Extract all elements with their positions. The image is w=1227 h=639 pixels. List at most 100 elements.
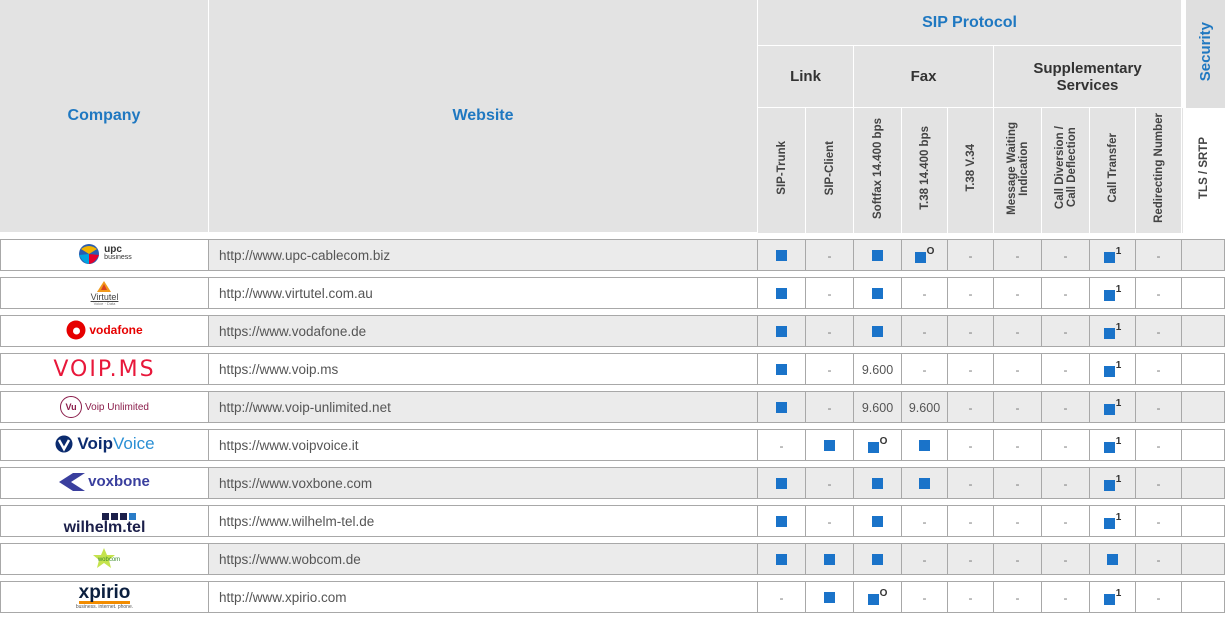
- company-logo-cell: wilhelm.tel: [0, 505, 209, 537]
- footnote-mark: 1: [1115, 397, 1122, 409]
- website-link[interactable]: https://www.vodafone.de: [209, 315, 758, 347]
- sip-protocol-header: SIP Protocol: [758, 0, 1183, 46]
- unsupported-dash: -: [968, 438, 973, 453]
- cell-softfax: [854, 315, 902, 347]
- cell-redirecting-number: -: [1136, 315, 1183, 347]
- unsupported-dash: -: [1015, 514, 1020, 529]
- supported-square-icon: [776, 326, 787, 338]
- cell-call-diversion: -: [1042, 239, 1090, 271]
- cell-tls-srtp: [1182, 467, 1226, 499]
- cell-message-waiting: -: [994, 543, 1042, 575]
- cell-sip-client: -: [806, 277, 854, 309]
- website-link[interactable]: https://www.wobcom.de: [209, 543, 758, 575]
- cell-t38-v34: -: [948, 277, 994, 309]
- wilhelm-tel-logo: wilhelm.tel: [64, 512, 145, 535]
- company-logo-cell: xpirio business. internet. phone.: [0, 581, 209, 613]
- footnote-mark: 1: [1115, 283, 1122, 295]
- supported-square-icon: [872, 554, 883, 566]
- cell-softfax: 9.600: [854, 353, 902, 385]
- supported-square-icon: [824, 554, 835, 566]
- unsupported-dash: -: [1015, 590, 1020, 605]
- table-row: wilhelm.tel https://www.wilhelm-tel.de - - -…: [0, 505, 1226, 537]
- cell-t38-v34: -: [948, 429, 994, 461]
- unsupported-dash: -: [968, 324, 973, 339]
- supported-square-icon: [1103, 442, 1115, 454]
- website-link[interactable]: http://www.virtutel.com.au: [209, 277, 758, 309]
- cell-call-transfer: 1: [1090, 353, 1136, 385]
- supported-square-icon: [824, 440, 835, 452]
- cell-t38-14400: -: [902, 277, 948, 309]
- supported-square-icon: [1103, 594, 1115, 606]
- unsupported-dash: -: [1063, 362, 1068, 377]
- cell-call-transfer: 1: [1090, 315, 1136, 347]
- unsupported-dash: -: [922, 362, 927, 377]
- website-link[interactable]: http://www.upc-cablecom.biz: [209, 239, 758, 271]
- company-logo-cell: voxbone: [0, 467, 209, 499]
- supported-square-icon: [1103, 366, 1115, 378]
- cell-tls-srtp: [1182, 353, 1226, 385]
- unsupported-dash: -: [1015, 552, 1020, 567]
- col-softfax: Softfax 14.400 bps: [854, 108, 902, 233]
- unsupported-dash: -: [827, 514, 832, 529]
- cell-softfax: O: [854, 429, 902, 461]
- unsupported-dash: -: [922, 590, 927, 605]
- col-message-waiting: Message Waiting Indication: [994, 108, 1042, 233]
- cell-message-waiting: -: [994, 315, 1042, 347]
- unsupported-dash: -: [1015, 400, 1020, 415]
- supported-square-icon: [776, 288, 787, 300]
- cell-t38-v34: -: [948, 239, 994, 271]
- website-link[interactable]: https://www.voipvoice.it: [209, 429, 758, 461]
- cell-sip-client: -: [806, 505, 854, 537]
- table-row: wobcom https://www.wobcom.de - - - - -: [0, 543, 1226, 575]
- website-link[interactable]: http://www.voip-unlimited.net: [209, 391, 758, 423]
- supported-square-icon: [1103, 328, 1115, 340]
- cell-call-transfer: 1: [1090, 277, 1136, 309]
- website-link[interactable]: http://www.xpirio.com: [209, 581, 758, 613]
- unsupported-dash: -: [827, 400, 832, 415]
- supported-square-icon: [1103, 518, 1115, 530]
- footnote-mark: O: [926, 245, 935, 257]
- table-row: Vu Voip Unlimited http://www.voip-unlimite…: [0, 391, 1226, 423]
- unsupported-dash: -: [922, 324, 927, 339]
- cell-sip-trunk: -: [758, 581, 806, 613]
- unsupported-dash: -: [1063, 514, 1068, 529]
- cell-message-waiting: -: [994, 467, 1042, 499]
- supported-square-icon: [914, 252, 926, 264]
- unsupported-dash: -: [1063, 400, 1068, 415]
- supported-square-icon: [776, 402, 787, 414]
- cell-t38-14400: [902, 429, 948, 461]
- cell-sip-trunk: [758, 315, 806, 347]
- unsupported-dash: -: [1156, 476, 1161, 491]
- cell-sip-trunk: [758, 505, 806, 537]
- vodafone-logo: vodafone: [66, 320, 143, 340]
- supported-square-icon: [867, 442, 879, 454]
- footnote-mark: 1: [1115, 511, 1122, 523]
- unsupported-dash: -: [968, 590, 973, 605]
- supported-square-icon: [872, 478, 883, 490]
- cell-call-transfer: 1: [1090, 467, 1136, 499]
- company-logo-cell: Virtutel Voice · Data: [0, 277, 209, 309]
- company-logo-cell: vodafone: [0, 315, 209, 347]
- cell-softfax: [854, 277, 902, 309]
- cell-call-diversion: -: [1042, 543, 1090, 575]
- company-header: Company: [0, 0, 209, 233]
- unsupported-dash: -: [968, 362, 973, 377]
- cell-message-waiting: -: [994, 391, 1042, 423]
- cell-call-transfer: [1090, 543, 1136, 575]
- cell-softfax: 9.600: [854, 391, 902, 423]
- supported-square-icon: [1107, 554, 1118, 566]
- link-group-header: Link: [758, 46, 854, 108]
- cell-call-diversion: -: [1042, 505, 1090, 537]
- website-header: Website: [209, 0, 758, 233]
- cell-call-diversion: -: [1042, 315, 1090, 347]
- cell-redirecting-number: -: [1136, 391, 1183, 423]
- website-link[interactable]: https://www.voxbone.com: [209, 467, 758, 499]
- website-link[interactable]: https://www.wilhelm-tel.de: [209, 505, 758, 537]
- supported-square-icon: [776, 554, 787, 566]
- supported-square-icon: [776, 364, 787, 376]
- unsupported-dash: -: [1015, 362, 1020, 377]
- unsupported-dash: -: [827, 286, 832, 301]
- cell-sip-client: [806, 543, 854, 575]
- rate-value: 9.600: [908, 400, 941, 415]
- website-link[interactable]: https://www.voip.ms: [209, 353, 758, 385]
